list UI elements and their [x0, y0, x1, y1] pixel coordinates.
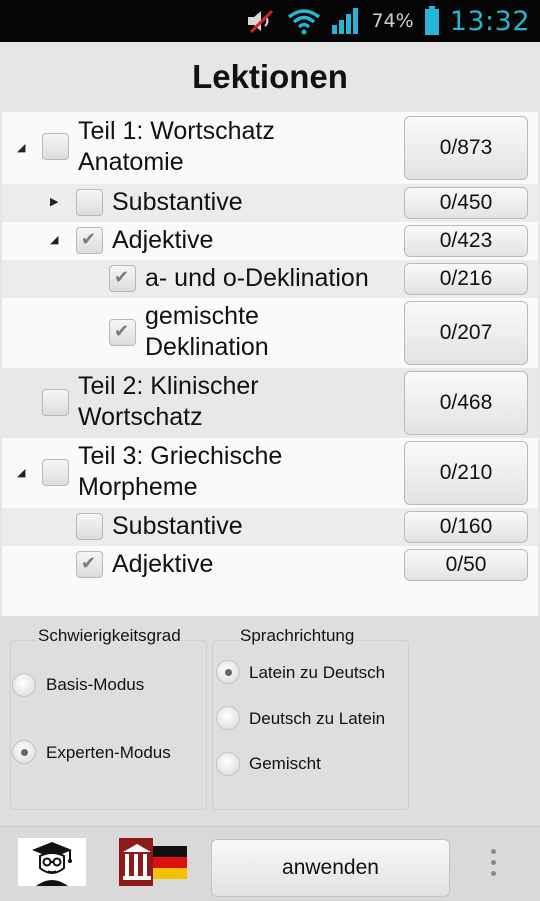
- checkbox[interactable]: [42, 389, 69, 416]
- lesson-label: Adjektive: [112, 550, 214, 578]
- clock: 13:32: [449, 5, 530, 37]
- radio-label[interactable]: Basis-Modus: [46, 675, 144, 695]
- count-button[interactable]: 0/873: [404, 116, 528, 180]
- expand-arrow-icon[interactable]: ◢: [50, 233, 58, 246]
- wifi-icon: [287, 7, 321, 35]
- page-title: Lektionen: [192, 58, 348, 95]
- collapse-arrow-icon[interactable]: ▶: [50, 195, 58, 208]
- list-item[interactable]: ◢ Teil 3: Griechische Morpheme 0/210: [2, 438, 538, 508]
- lesson-label: gemischte Deklination: [145, 302, 269, 361]
- checkbox[interactable]: ✔: [109, 319, 136, 346]
- apply-button[interactable]: anwenden: [211, 839, 450, 897]
- radio-latein-zu-deutsch[interactable]: [216, 660, 240, 684]
- lesson-label: a- und o-Deklination: [145, 264, 369, 292]
- list-item[interactable]: Teil 2: Klinischer Wortschatz 0/468: [2, 368, 538, 438]
- count-button[interactable]: 0/50: [404, 549, 528, 581]
- direction-title: Sprachrichtung: [238, 626, 357, 646]
- radio-experten-modus[interactable]: [12, 740, 36, 764]
- count-button[interactable]: 0/210: [404, 441, 528, 505]
- check-icon: ✔: [114, 267, 130, 288]
- student-icon[interactable]: [18, 838, 86, 890]
- status-bar: 74% 13:32: [0, 0, 540, 42]
- count-button[interactable]: 0/207: [404, 301, 528, 365]
- list-item[interactable]: ◢ ✔ Adjektive 0/423: [2, 222, 538, 260]
- expand-arrow-icon[interactable]: ◢: [17, 141, 25, 154]
- difficulty-title: Schwierigkeitsgrad: [36, 626, 183, 646]
- difficulty-group: [10, 640, 207, 810]
- bottom-bar: anwenden: [0, 826, 540, 901]
- list-item[interactable]: ✔ Adjektive 0/50: [2, 546, 538, 584]
- signal-icon: [331, 7, 361, 35]
- lesson-label: Substantive: [112, 512, 243, 540]
- options-panel: Schwierigkeitsgrad Basis-Modus Experten-…: [0, 616, 540, 826]
- overflow-menu-icon[interactable]: [486, 849, 500, 883]
- radio-gemischt[interactable]: [216, 752, 240, 776]
- radio-deutsch-zu-latein[interactable]: [216, 706, 240, 730]
- count-button[interactable]: 0/423: [404, 225, 528, 257]
- expand-arrow-icon[interactable]: ◢: [17, 466, 25, 479]
- mute-icon: [245, 7, 277, 35]
- radio-selected-dot: [225, 669, 232, 676]
- lesson-label: Adjektive: [112, 226, 214, 254]
- lesson-label: Teil 1: Wortschatz Anatomie: [78, 117, 275, 176]
- radio-basis-modus[interactable]: [12, 673, 36, 697]
- checkbox[interactable]: ✔: [109, 265, 136, 292]
- lesson-label: Teil 2: Klinischer Wortschatz: [78, 372, 259, 431]
- checkbox[interactable]: [42, 133, 69, 160]
- checkbox[interactable]: [42, 459, 69, 486]
- radio-label[interactable]: Experten-Modus: [46, 743, 171, 763]
- checkbox[interactable]: [76, 189, 103, 216]
- latin-german-flag-icon[interactable]: [119, 838, 187, 890]
- list-item[interactable]: ▶ Substantive 0/450: [2, 184, 538, 222]
- checkbox[interactable]: ✔: [76, 551, 103, 578]
- check-icon: ✔: [81, 229, 97, 250]
- radio-label[interactable]: Deutsch zu Latein: [249, 709, 385, 729]
- count-button[interactable]: 0/468: [404, 371, 528, 435]
- checkbox[interactable]: [76, 513, 103, 540]
- list-item[interactable]: ✔ gemischte Deklination 0/207: [2, 298, 538, 368]
- battery-percent: 74%: [371, 10, 414, 32]
- lesson-list: ◢ Teil 1: Wortschatz Anatomie 0/873 ▶ Sub…: [2, 112, 538, 616]
- list-item[interactable]: ✔ a- und o-Deklination 0/216: [2, 260, 538, 298]
- count-button[interactable]: 0/216: [404, 263, 528, 295]
- radio-label[interactable]: Gemischt: [249, 754, 321, 774]
- check-icon: ✔: [81, 553, 97, 574]
- radio-label[interactable]: Latein zu Deutsch: [249, 663, 385, 683]
- count-button[interactable]: 0/160: [404, 511, 528, 543]
- checkbox[interactable]: ✔: [76, 227, 103, 254]
- check-icon: ✔: [114, 321, 130, 342]
- list-item[interactable]: ◢ Teil 1: Wortschatz Anatomie 0/873: [2, 112, 538, 184]
- count-button[interactable]: 0/450: [404, 187, 528, 219]
- lesson-label: Teil 3: Griechische Morpheme: [78, 442, 283, 501]
- battery-icon: [424, 6, 440, 36]
- radio-selected-dot: [21, 749, 28, 756]
- lesson-label: Substantive: [112, 188, 243, 216]
- list-item[interactable]: Substantive 0/160: [2, 508, 538, 546]
